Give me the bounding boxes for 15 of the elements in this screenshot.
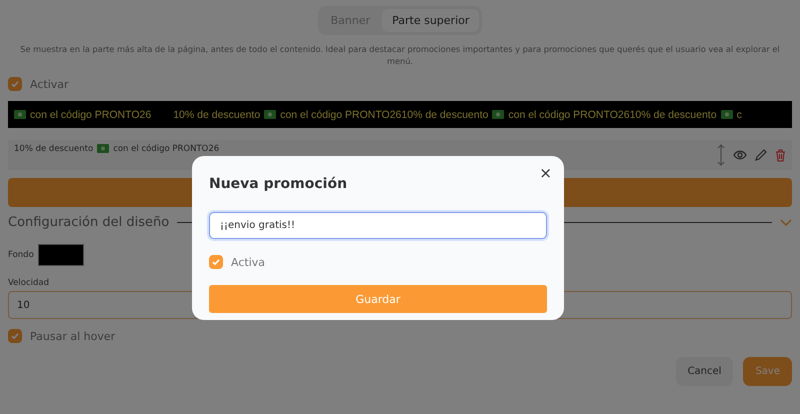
- ticker-text: con el código PRONTO2610% de descuento: [508, 108, 717, 120]
- modal-title: Nueva promoción: [209, 176, 348, 192]
- ticker-text: con el código PRONTO2610% de descuento: [280, 108, 488, 120]
- description: Se muestra en la parte más alta de la página, antes de todo el contenido. Ideal para destacar promociones importantes y para promociones que querés que el usuario vea al explorar el menú.: [19, 43, 781, 67]
- field-label: Velocidad: [8, 278, 50, 288]
- checkbox-label: Activar: [30, 78, 69, 90]
- promotion-text: 10% de descuento: [14, 144, 94, 154]
- ticker-text: con el código PRONTO26: [30, 108, 152, 120]
- checkbox-label: Activa: [231, 256, 265, 268]
- ticker-text: 10% de descuento: [173, 108, 260, 120]
- promotion-text: con el código PRONTO26: [113, 144, 220, 154]
- ticker-text: c: [736, 108, 742, 120]
- field-label: Fondo: [8, 250, 34, 260]
- checkbox-label: Pausar al hover: [30, 330, 116, 342]
- section-title: Configuración del diseño: [8, 215, 170, 230]
